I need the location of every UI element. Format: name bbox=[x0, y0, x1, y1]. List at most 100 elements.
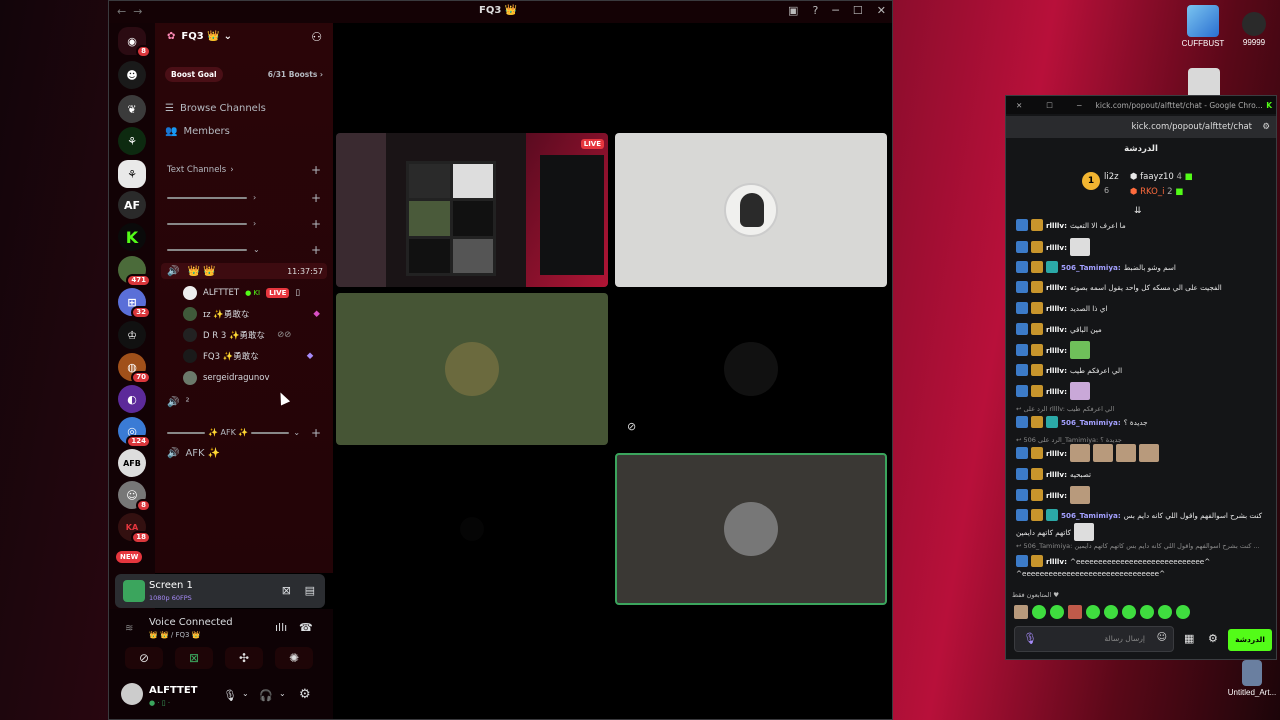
emote-bar[interactable] bbox=[1014, 605, 1190, 619]
chat-message[interactable]: 506_Tamimiya: اسم وشو بالضبط bbox=[1016, 261, 1264, 273]
chat-message[interactable]: rllllv: الي اعرفكم طيب bbox=[1016, 364, 1264, 376]
voice-connected-channel[interactable]: 👑 👑 / FQ3 👑 bbox=[149, 631, 200, 639]
noise-suppression-icon[interactable]: ıllı bbox=[275, 621, 287, 634]
add-channel-icon[interactable]: + bbox=[311, 191, 321, 205]
desktop-icon-99999[interactable]: 99999 bbox=[1224, 12, 1280, 47]
discord-home-icon[interactable]: ◉ 8 bbox=[118, 27, 151, 58]
server-icon[interactable]: ⊞ 32 bbox=[118, 288, 151, 319]
members-link[interactable]: 👥 Members bbox=[165, 126, 343, 137]
voice-channel[interactable]: 🔊 ² bbox=[167, 397, 345, 408]
voice-connected-label[interactable]: Voice Connected bbox=[149, 617, 233, 628]
server-icon[interactable]: AFB bbox=[118, 449, 146, 477]
chat-message[interactable]: 506_Tamimiya: جديدة ؟ bbox=[1016, 416, 1264, 428]
voice-user[interactable]: FQ3 ✨勇敢な ◆ bbox=[183, 349, 313, 363]
user-tile[interactable]: ⊘ bbox=[615, 293, 887, 445]
voice-user[interactable]: ALFTTET ● KI LIVE ▯ bbox=[183, 286, 300, 300]
microphone-icon[interactable]: 🎙 bbox=[223, 689, 237, 702]
server-header[interactable]: ✿ FQ3 👑 ⌄ ⚇ bbox=[167, 30, 322, 44]
chat-message[interactable]: rllllv: bbox=[1016, 486, 1264, 504]
chat-message[interactable]: rllllv: اي ذا الصديد bbox=[1016, 302, 1264, 314]
chat-message[interactable]: rllllv: الفجيت على الي مسكه كل واحد يقول … bbox=[1016, 281, 1264, 293]
invite-icon[interactable]: ⚇ bbox=[311, 30, 322, 44]
back-forward-icon[interactable]: ← → bbox=[117, 5, 142, 18]
server-icon[interactable]: ♔ bbox=[118, 321, 146, 349]
category-divider[interactable]: ⌄ + bbox=[167, 243, 327, 257]
scroll-down-icon[interactable]: ⇊ bbox=[1134, 206, 1142, 216]
server-icon[interactable]: ◍ 70 bbox=[118, 353, 151, 384]
soundboard-button[interactable]: ✺ bbox=[275, 647, 313, 669]
server-icon[interactable]: ❦ bbox=[118, 95, 146, 123]
stream-tile-live[interactable]: LIVE bbox=[336, 133, 608, 287]
server-icon[interactable]: ⚘ bbox=[118, 127, 146, 155]
user-tile[interactable] bbox=[615, 133, 887, 287]
voice-user[interactable]: D R 3 ✨勇敢な ⊘⊘ bbox=[183, 328, 291, 342]
server-af[interactable]: AF bbox=[118, 191, 146, 219]
server-icon[interactable]: ☺ 8 bbox=[118, 481, 151, 512]
add-channel-icon[interactable]: + bbox=[311, 426, 321, 440]
text-channels-category[interactable]: Text Channels › + bbox=[167, 163, 327, 177]
inbox-icon[interactable]: ▣ bbox=[788, 4, 798, 17]
maximize-button[interactable]: ☐ bbox=[853, 4, 863, 17]
headphones-icon[interactable]: 🎧 bbox=[259, 689, 273, 702]
emoji-icon[interactable]: ☺ bbox=[1157, 632, 1167, 643]
minimize-icon[interactable]: ─ bbox=[1077, 101, 1082, 110]
category-divider[interactable]: › + bbox=[167, 217, 327, 231]
user-tile[interactable] bbox=[336, 453, 608, 605]
send-chat-button[interactable]: الدردشة bbox=[1228, 629, 1272, 651]
chat-message[interactable]: rllllv: ما اعرف الا التعيث bbox=[1016, 219, 1264, 231]
stream-settings-icon[interactable]: ▤ bbox=[305, 584, 315, 597]
help-icon[interactable]: ? bbox=[812, 4, 818, 17]
avatar[interactable] bbox=[121, 683, 143, 705]
reply-reference[interactable]: ↩ الرد على rllllv: الي اعرفكم طيب bbox=[1016, 405, 1114, 413]
chevron-down-icon[interactable]: ⌄ bbox=[279, 689, 286, 698]
chat-message[interactable]: rllllv: مين الباقي bbox=[1016, 323, 1264, 335]
server-icon[interactable]: ◐ bbox=[118, 385, 146, 413]
category-divider[interactable]: › + bbox=[167, 191, 327, 205]
gift-icon[interactable]: ▦ bbox=[1184, 632, 1194, 645]
microphone-icon[interactable]: 🎙 bbox=[1023, 632, 1037, 645]
disconnect-icon[interactable]: ☎ bbox=[299, 621, 313, 634]
address-bar[interactable]: kick.com/popout/alfttet/chat ⚙ bbox=[1006, 116, 1276, 138]
reply-reference[interactable]: ↩ الرد على 506_Tamimiya: جديدة ؟ bbox=[1016, 436, 1122, 444]
close-icon[interactable]: ✕ bbox=[1016, 101, 1022, 110]
user-tile-speaking[interactable] bbox=[615, 453, 887, 605]
server-icon[interactable]: ◎ 124 bbox=[118, 417, 151, 448]
chat-message[interactable]: 506_Tamimiya: كنت بشرح اسوالفهم واقول الل… bbox=[1016, 509, 1264, 521]
chat-message[interactable]: rllllv: bbox=[1016, 341, 1264, 359]
afk-category[interactable]: ✨ AFK ✨ ⌄ + bbox=[167, 426, 327, 440]
chat-message[interactable]: rllllv: ^eeeeeeeeeeeeeeeeeeeeeeeeeeeee^ bbox=[1016, 555, 1264, 567]
chat-message[interactable]: rllllv: تصبحيه bbox=[1016, 468, 1264, 480]
camera-off-button[interactable]: ⊘ bbox=[125, 647, 163, 669]
chat-message[interactable]: rllllv: bbox=[1016, 444, 1264, 462]
reply-reference[interactable]: ↩ 506_Tamimiya: كنت بشرح اسوالفهم واقول … bbox=[1016, 542, 1260, 550]
server-icon[interactable]: KA 18 bbox=[118, 513, 151, 544]
boost-goal-bar[interactable]: Boost Goal 6/31 Boosts › bbox=[165, 65, 323, 83]
minimize-button[interactable]: ─ bbox=[832, 4, 839, 17]
desktop-icon-untitled-art[interactable]: Untitled_Art... bbox=[1224, 660, 1280, 697]
voice-user[interactable]: ɪᴢ ✨勇敢な ◆ bbox=[183, 307, 320, 321]
settings-gear-icon[interactable]: ⚙ bbox=[299, 687, 311, 702]
stop-stream-icon[interactable]: ⊠ bbox=[282, 584, 291, 597]
add-channel-icon[interactable]: + bbox=[311, 217, 321, 231]
user-tile[interactable] bbox=[336, 293, 608, 445]
voice-channel-active[interactable]: 🔊 👑 👑 11:37:57 bbox=[161, 263, 327, 279]
voice-user[interactable]: sergeidragunov bbox=[183, 371, 270, 385]
settings-gear-icon[interactable]: ⚙ bbox=[1208, 632, 1218, 645]
chat-message[interactable]: rllllv: bbox=[1016, 238, 1264, 256]
server-icon[interactable]: ☻ bbox=[118, 61, 146, 89]
browse-channels[interactable]: ☰ Browse Channels bbox=[165, 103, 343, 114]
server-icon-active[interactable]: ⚘ bbox=[118, 160, 146, 188]
chat-input[interactable]: 🎙 إرسال رسالة ☺ bbox=[1014, 626, 1174, 652]
close-button[interactable]: ✕ bbox=[877, 4, 886, 17]
afk-channel[interactable]: 🔊 AFK ✨ bbox=[167, 448, 345, 459]
add-channel-icon[interactable]: + bbox=[311, 163, 321, 177]
tune-icon[interactable]: ⚙ bbox=[1262, 122, 1270, 132]
chat-message[interactable]: rllllv: bbox=[1016, 382, 1264, 400]
screen-share-button[interactable]: ⊠ bbox=[175, 647, 213, 669]
server-icon[interactable]: 471 bbox=[118, 256, 151, 287]
maximize-icon[interactable]: ☐ bbox=[1046, 101, 1053, 110]
add-channel-icon[interactable]: + bbox=[311, 243, 321, 257]
kick-server-icon[interactable]: K bbox=[118, 223, 146, 251]
activities-button[interactable]: ✣ bbox=[225, 647, 263, 669]
chevron-down-icon[interactable]: ⌄ bbox=[242, 689, 249, 698]
